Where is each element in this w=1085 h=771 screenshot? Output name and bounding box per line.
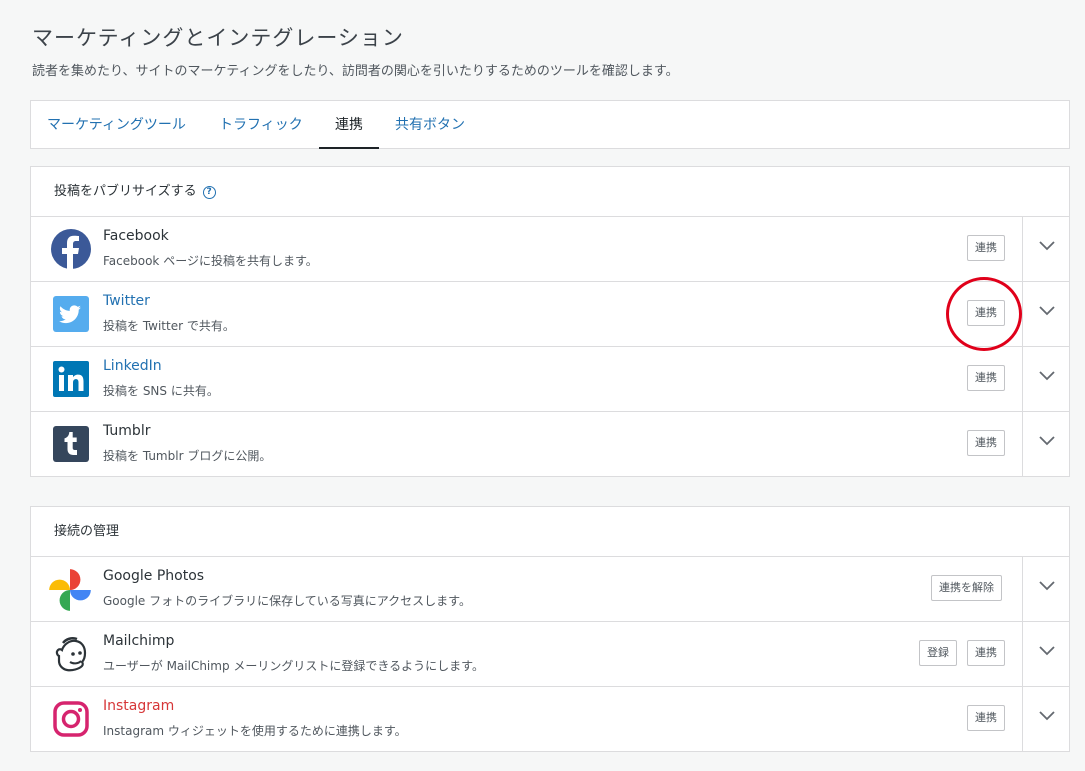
page-title: マーケティングとインテグレーション: [32, 26, 404, 50]
expand-toggle[interactable]: [1023, 217, 1069, 281]
chevron-down-icon: [1039, 646, 1055, 656]
mailchimp-icon: [55, 636, 87, 672]
chevron-down-icon: [1039, 241, 1055, 251]
connections-header: 接続の管理: [31, 507, 1069, 557]
publicize-card: 投稿をパブリサイズする? Facebook Facebook ページに投稿を共有…: [30, 166, 1070, 477]
connect-button[interactable]: 連携: [967, 640, 1005, 666]
publicize-heading: 投稿をパブリサイズする: [54, 184, 197, 199]
service-description: Google フォトのライブラリに保存している写真にアクセスします。: [103, 594, 471, 608]
expand-toggle[interactable]: [1023, 622, 1069, 686]
facebook-icon: [51, 229, 91, 269]
service-name: Google Photos: [103, 568, 205, 584]
service-name[interactable]: Instagram: [103, 698, 174, 714]
tab-marketing-tools[interactable]: マーケティングツール: [47, 101, 186, 149]
service-name[interactable]: Twitter: [103, 293, 150, 309]
subscribe-button[interactable]: 登録: [919, 640, 957, 666]
expand-toggle[interactable]: [1023, 557, 1069, 621]
chevron-down-icon: [1039, 371, 1055, 381]
service-row-linkedin: LinkedIn 投稿を SNS に共有。 連携: [31, 347, 1069, 412]
section-tabs: マーケティングツール トラフィック 連携 共有ボタン: [30, 100, 1070, 149]
service-row-google-photos: Google Photos Google フォトのライブラリに保存している写真に…: [31, 557, 1069, 622]
service-name[interactable]: LinkedIn: [103, 358, 162, 374]
connect-button[interactable]: 連携: [967, 430, 1005, 456]
service-name: Mailchimp: [103, 633, 175, 649]
service-description: 投稿を Twitter で共有。: [103, 319, 235, 333]
expand-toggle[interactable]: [1023, 687, 1069, 751]
service-row-tumblr: Tumblr 投稿を Tumblr ブログに公開。 連携: [31, 412, 1069, 476]
chevron-down-icon: [1039, 436, 1055, 446]
connect-button[interactable]: 連携: [967, 705, 1005, 731]
annotation-circle: [946, 277, 1022, 351]
service-row-twitter: Twitter 投稿を Twitter で共有。 連携: [31, 282, 1069, 347]
linkedin-icon: [53, 361, 89, 397]
chevron-down-icon: [1039, 581, 1055, 591]
expand-toggle[interactable]: [1023, 347, 1069, 411]
service-description: 投稿を Tumblr ブログに公開。: [103, 449, 272, 463]
chevron-down-icon: [1039, 306, 1055, 316]
expand-toggle[interactable]: [1023, 282, 1069, 346]
service-row-instagram: Instagram Instagram ウィジェットを使用するために連携します。…: [31, 687, 1069, 751]
connections-heading: 接続の管理: [54, 524, 120, 539]
question-circle-icon[interactable]: ?: [202, 186, 216, 199]
connect-button[interactable]: 連携: [967, 235, 1005, 261]
tumblr-icon: [53, 426, 89, 462]
service-row-facebook: Facebook Facebook ページに投稿を共有します。 連携: [31, 217, 1069, 282]
disconnect-button[interactable]: 連携を解除: [931, 575, 1002, 601]
google-photos-icon: [49, 569, 91, 611]
service-name: Tumblr: [103, 423, 151, 439]
tab-traffic[interactable]: トラフィック: [219, 101, 303, 149]
expand-toggle[interactable]: [1023, 412, 1069, 476]
service-name: Facebook: [103, 228, 169, 244]
instagram-icon: [53, 701, 89, 737]
tab-connections[interactable]: 連携: [319, 101, 379, 149]
service-description: Facebook ページに投稿を共有します。: [103, 254, 318, 268]
page-subtitle: 読者を集めたり、サイトのマーケティングをしたり、訪問者の関心を引いたりするための…: [32, 64, 679, 79]
connect-button[interactable]: 連携: [967, 365, 1005, 391]
chevron-down-icon: [1039, 711, 1055, 721]
page-header: マーケティングとインテグレーション 読者を集めたり、サイトのマーケティングをした…: [32, 22, 679, 79]
service-description: ユーザーが MailChimp メーリングリストに登録できるようにします。: [103, 659, 484, 673]
manage-connections-card: 接続の管理 Google Photos Google フォトのライブラリに保存し…: [30, 506, 1070, 752]
publicize-header: 投稿をパブリサイズする?: [31, 167, 1069, 217]
service-description: Instagram ウィジェットを使用するために連携します。: [103, 724, 407, 738]
service-description: 投稿を SNS に共有。: [103, 384, 219, 398]
service-row-mailchimp: Mailchimp ユーザーが MailChimp メーリングリストに登録できる…: [31, 622, 1069, 687]
twitter-icon: [53, 296, 89, 332]
tab-sharing-buttons[interactable]: 共有ボタン: [395, 101, 465, 149]
